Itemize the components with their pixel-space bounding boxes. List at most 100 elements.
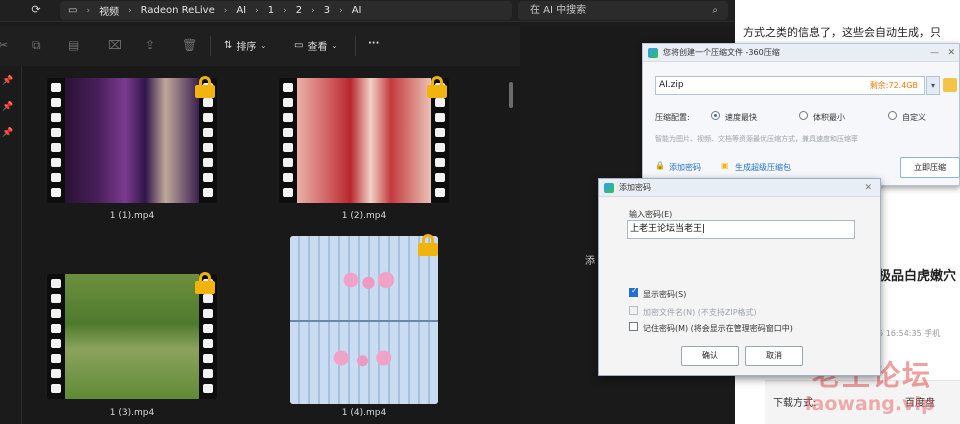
share-icon[interactable]: ⇪ bbox=[145, 38, 155, 52]
password-input[interactable]: 上老王论坛当老王| bbox=[627, 220, 855, 239]
page-text: 方式之类的信息了，这些会自动生成，只 bbox=[743, 26, 941, 39]
view-button[interactable]: ▭ 查看 ⌄ bbox=[294, 38, 337, 53]
file-name[interactable]: 1 (1).mp4 bbox=[72, 211, 192, 221]
explorer-titlebar: ⟳ ▭ › 视频 › Radeon ReLive › AI › 1 › 2 › … bbox=[0, 0, 735, 22]
pin-icon[interactable]: 📌 bbox=[2, 102, 13, 112]
password-dialog: 添加密码 ✕ 输入密码(E) 上老王论坛当老王| 显示密码(S) 加密文件名(N… bbox=[598, 178, 881, 376]
breadcrumb-item[interactable]: Radeon ReLive bbox=[141, 5, 215, 16]
video-preview bbox=[65, 274, 199, 399]
radio-fastest[interactable] bbox=[711, 111, 720, 120]
cut-icon[interactable]: ✂ bbox=[0, 38, 8, 52]
navigation-pane: 📌 📌 📌 bbox=[0, 66, 22, 424]
post-title[interactable]: 极品白虎嫩穴 bbox=[878, 265, 956, 284]
chevron-right-icon: › bbox=[311, 5, 315, 16]
option-label[interactable]: 自定义 bbox=[902, 112, 926, 123]
video-thumbnail[interactable] bbox=[290, 236, 438, 404]
archive-name-input[interactable]: AI.zip 剩余:72.4GB bbox=[655, 76, 925, 95]
breadcrumb-item[interactable]: AI bbox=[352, 5, 362, 16]
post-meta: 25 16:54:35 手机 bbox=[873, 329, 941, 338]
app-logo-icon bbox=[604, 183, 614, 193]
remember-password-checkbox[interactable] bbox=[629, 322, 638, 331]
video-thumbnail[interactable] bbox=[47, 78, 217, 203]
ok-button[interactable]: 确认 bbox=[681, 346, 739, 366]
video-preview bbox=[290, 236, 438, 404]
hint-text: 智能为图片、视频、文档等资源最优压缩方式，兼具速度和压缩率 bbox=[655, 135, 858, 143]
chevron-down-icon[interactable]: ▾ bbox=[926, 76, 940, 95]
show-password-label[interactable]: 显示密码(S) bbox=[643, 289, 686, 300]
breadcrumb-item[interactable]: 2 bbox=[296, 5, 302, 16]
show-password-checkbox[interactable] bbox=[629, 286, 638, 297]
search-icon[interactable]: ⌕ bbox=[712, 1, 718, 20]
pin-icon[interactable]: 📌 bbox=[2, 76, 13, 86]
remember-password-label[interactable]: 记住密码(M) (将会显示在管理密码窗口中) bbox=[643, 323, 793, 334]
search-input[interactable]: 在 AI 中搜索 ⌕ bbox=[518, 1, 728, 20]
breadcrumb-item[interactable]: AI bbox=[236, 5, 246, 16]
make-exe-link[interactable]: 生成超级压缩包 bbox=[735, 162, 791, 173]
close-icon[interactable]: ✕ bbox=[947, 44, 955, 62]
breadcrumb-item[interactable]: 3 bbox=[324, 5, 330, 16]
archive-name: AI.zip bbox=[659, 80, 684, 90]
refresh-icon[interactable]: ⟳ bbox=[28, 2, 44, 18]
pin-icon[interactable]: 📌 bbox=[2, 128, 13, 138]
folder-icon[interactable] bbox=[943, 78, 957, 92]
chevron-right-icon: › bbox=[283, 5, 287, 16]
option-label[interactable]: 速度最快 bbox=[725, 112, 757, 123]
delete-icon[interactable]: 🗑 bbox=[182, 38, 197, 52]
package-icon: ▣ bbox=[721, 161, 729, 170]
dialog-title: 添加密码 bbox=[619, 183, 651, 192]
encrypt-filenames-checkbox[interactable] bbox=[629, 306, 638, 315]
toolbar-divider bbox=[355, 36, 356, 56]
compress-window: 您将创建一个压缩文件 -360压缩 — ✕ AI.zip 剩余:72.4GB ▾… bbox=[642, 43, 960, 186]
view-label: 查看 bbox=[307, 42, 328, 53]
breadcrumb-item[interactable]: 视频 bbox=[99, 3, 119, 18]
scrollbar-thumb[interactable] bbox=[509, 82, 513, 108]
radio-smallest[interactable] bbox=[799, 111, 808, 120]
breadcrumb-item[interactable]: 1 bbox=[268, 5, 274, 16]
watermark-url: laowang.vip bbox=[805, 393, 935, 415]
paste-icon[interactable]: ▤ bbox=[68, 38, 79, 52]
monitor-icon: ▭ bbox=[68, 5, 78, 16]
video-thumbnail[interactable] bbox=[47, 274, 217, 399]
chevron-down-icon: ⌄ bbox=[331, 41, 338, 50]
file-name[interactable]: 1 (3).mp4 bbox=[72, 408, 192, 418]
file-view: 1 (1).mp4 1 (2).mp4 1 (3).mp4 1 (4).mp4 bbox=[22, 66, 520, 424]
add-password-link[interactable]: 添加密码 bbox=[669, 162, 701, 173]
password-label: 输入密码(E) bbox=[629, 210, 673, 219]
password-value: 上老王论坛当老王 bbox=[630, 224, 703, 234]
toolbar-divider bbox=[210, 36, 211, 56]
details-partial-text: 添 bbox=[585, 256, 595, 267]
more-button[interactable]: ··· bbox=[368, 38, 379, 49]
video-thumbnail[interactable] bbox=[279, 78, 449, 203]
option-label[interactable]: 体积最小 bbox=[813, 112, 845, 123]
password-dialog-titlebar[interactable]: 添加密码 ✕ bbox=[599, 179, 880, 197]
address-bar[interactable]: ▭ › 视频 › Radeon ReLive › AI › 1 › 2 › 3 … bbox=[60, 1, 512, 20]
sort-button[interactable]: ⇅ 排序 ⌄ bbox=[224, 38, 266, 53]
compress-now-button[interactable]: 立即压缩 bbox=[900, 157, 960, 178]
file-name[interactable]: 1 (2).mp4 bbox=[304, 211, 424, 221]
file-name[interactable]: 1 (4).mp4 bbox=[304, 408, 424, 418]
chevron-right-icon: › bbox=[86, 5, 91, 16]
window-title: 您将创建一个压缩文件 -360压缩 bbox=[663, 48, 780, 57]
close-icon[interactable]: ✕ bbox=[864, 179, 872, 197]
free-space: 剩余:72.4GB bbox=[869, 81, 918, 90]
compress-window-titlebar[interactable]: 您将创建一个压缩文件 -360压缩 — ✕ bbox=[643, 44, 959, 62]
explorer-toolbar: ✂ ⧉ ▤ ⌧ ⇪ 🗑 ⇅ 排序 ⌄ ▭ 查看 ⌄ ··· bbox=[0, 26, 520, 66]
chevron-down-icon: ⌄ bbox=[260, 41, 267, 50]
view-icon: ▭ bbox=[294, 40, 304, 51]
video-preview bbox=[65, 78, 199, 203]
cancel-button[interactable]: 取消 bbox=[745, 346, 803, 366]
encrypt-filenames-label: 加密文件名(N) (不支持ZIP格式) bbox=[643, 308, 757, 317]
copy-icon[interactable]: ⧉ bbox=[32, 38, 41, 53]
sort-label: 排序 bbox=[236, 42, 257, 53]
sort-icon: ⇅ bbox=[224, 40, 233, 51]
film-strip bbox=[47, 78, 65, 203]
lock-icon bbox=[195, 272, 215, 294]
lock-small-icon: 🔒 bbox=[655, 161, 665, 170]
rename-icon[interactable]: ⌧ bbox=[108, 38, 122, 52]
lock-icon bbox=[195, 76, 215, 98]
chevron-right-icon: › bbox=[255, 5, 259, 16]
film-strip bbox=[279, 78, 297, 203]
minimize-icon[interactable]: — bbox=[930, 44, 939, 62]
radio-custom[interactable] bbox=[888, 111, 897, 120]
chevron-right-icon: › bbox=[128, 5, 132, 16]
